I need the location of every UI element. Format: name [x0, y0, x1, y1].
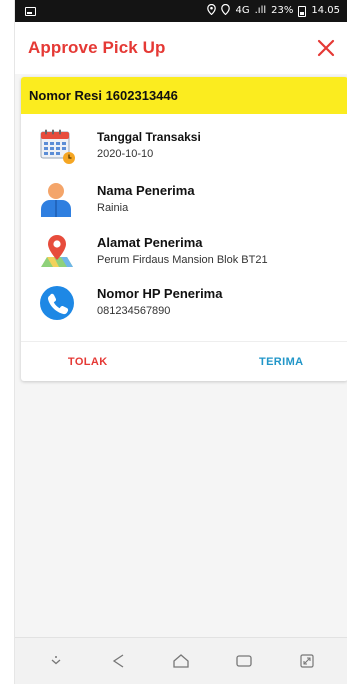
info-value: 2020-10-10	[97, 148, 154, 160]
accept-button[interactable]: TERIMA	[185, 348, 347, 376]
recents-icon[interactable]	[233, 650, 255, 672]
close-icon	[317, 39, 335, 57]
phone-icon	[39, 284, 77, 322]
info-row-recipient-phone: Nomor HP Penerima 081234567890	[21, 278, 347, 324]
expand-icon[interactable]	[296, 650, 318, 672]
location-status-icon	[207, 3, 217, 18]
status-bar: 4G .ıll 23% 14.05	[15, 0, 347, 22]
location-pin-icon	[39, 233, 77, 271]
info-value: Perum Firdaus Mansion Blok BT21	[97, 254, 268, 266]
network-type: 4G	[235, 5, 250, 16]
location-status-icon-2	[221, 3, 231, 18]
tracking-number: Nomor Resi 1602313446	[21, 77, 347, 114]
close-button[interactable]	[314, 36, 338, 60]
battery-percent: 23%	[271, 5, 294, 16]
info-label: Alamat Penerima	[97, 235, 203, 250]
reject-button[interactable]: TOLAK	[21, 348, 185, 376]
phone-screen: 4G .ıll 23% 14.05 Approve Pick Up Nomor …	[14, 0, 347, 684]
page-title: Approve Pick Up	[28, 38, 166, 57]
info-row-recipient-address: Alamat Penerima Perum Firdaus Mansion Bl…	[21, 227, 347, 273]
info-label: Nomor HP Penerima	[97, 286, 223, 301]
chevron-down-icon[interactable]	[45, 650, 67, 672]
info-label: Nama Penerima	[97, 183, 195, 198]
info-value: 081234567890	[97, 305, 171, 317]
info-row-recipient-name: Nama Penerima Rainia	[21, 175, 347, 221]
app-bar: Approve Pick Up	[15, 22, 347, 74]
system-nav-bar	[15, 637, 347, 684]
info-value: Rainia	[97, 202, 129, 214]
battery-icon	[298, 5, 307, 17]
pickup-card: Nomor Resi 1602313446 Tanggal Transaksi …	[21, 77, 347, 381]
card-actions: TOLAK TERIMA	[21, 341, 347, 381]
gallery-notification-icon	[25, 6, 36, 16]
clock: 14.05	[311, 5, 340, 16]
home-icon[interactable]	[170, 650, 192, 672]
back-icon[interactable]	[108, 650, 130, 672]
calendar-icon	[39, 128, 77, 166]
info-row-transaction-date: Tanggal Transaksi 2020-10-10	[21, 122, 347, 168]
person-icon	[39, 181, 77, 219]
signal-icon: .ıll	[254, 5, 267, 16]
info-label: Tanggal Transaksi	[97, 130, 201, 144]
